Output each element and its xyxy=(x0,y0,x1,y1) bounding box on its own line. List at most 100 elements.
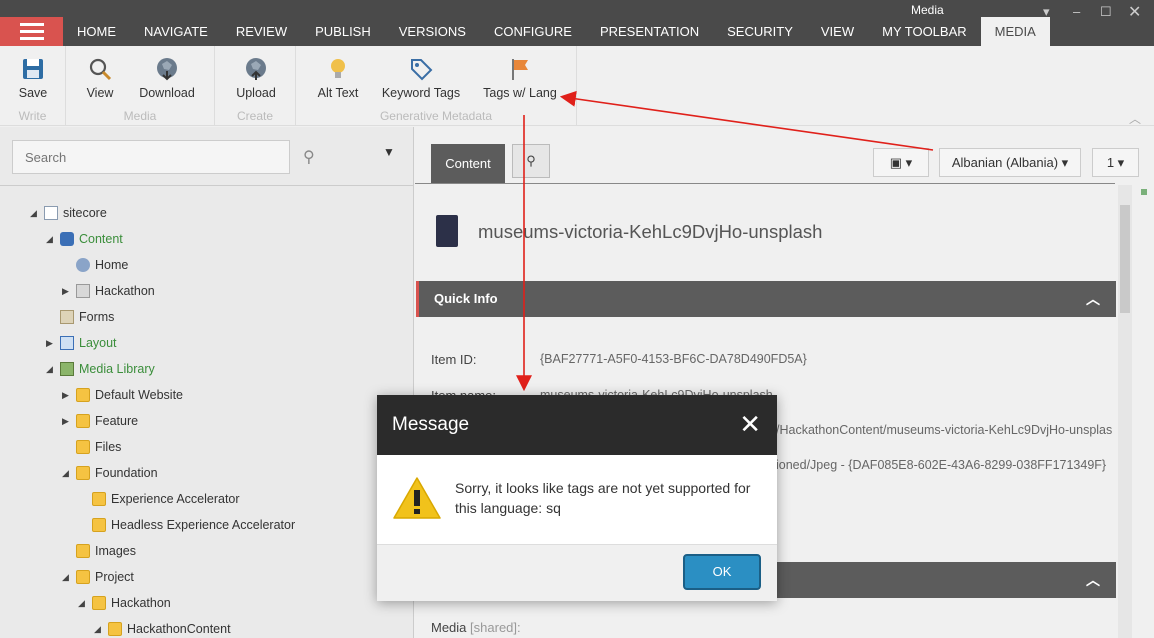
tab-presentation[interactable]: PRESENTATION xyxy=(586,17,713,46)
context-tab-label: Media xyxy=(911,3,944,17)
download-button[interactable]: Download xyxy=(132,56,202,100)
folder-icon xyxy=(108,622,122,636)
tab-navigate[interactable]: NAVIGATE xyxy=(130,17,222,46)
search-options-dropdown-icon[interactable]: ▼ xyxy=(383,145,395,159)
folder-icon xyxy=(76,570,90,584)
view-button[interactable]: View xyxy=(80,56,120,100)
content-cubes-icon xyxy=(60,232,74,246)
group-label-write: Write xyxy=(18,109,47,123)
quick-info-section[interactable]: Quick Info ︿ xyxy=(416,281,1116,317)
upload-globe-icon xyxy=(246,58,266,80)
lightbulb-icon xyxy=(331,59,345,78)
ribbon: Save Write View Download Media Upload Cr… xyxy=(0,46,1154,126)
tree-search-input[interactable] xyxy=(12,140,290,174)
template-value[interactable]: ioned/Jpeg - {DAF085E8-602E-43A6-8299-03… xyxy=(776,458,1106,472)
expanded-arrow-icon[interactable]: ◢ xyxy=(94,619,106,638)
folder-icon xyxy=(92,492,106,506)
expanded-arrow-icon[interactable]: ◢ xyxy=(62,463,74,483)
tab-my-toolbar[interactable]: MY TOOLBAR xyxy=(868,17,981,46)
collapsed-arrow-icon[interactable]: ▶ xyxy=(62,385,74,405)
navigator-dropdown-icon[interactable]: ▣ ▾ xyxy=(873,148,929,177)
quick-info-label: Quick Info xyxy=(434,291,498,306)
view-label: View xyxy=(86,86,114,100)
folder-icon xyxy=(76,440,90,454)
ribbon-group-generative-metadata: Alt Text Keyword Tags Tags w/ Lang Gener… xyxy=(296,46,577,126)
item-thumbnail xyxy=(436,215,458,247)
home-globe-icon xyxy=(76,258,90,272)
close-dialog-icon[interactable]: ✕ xyxy=(739,409,761,440)
folder-icon xyxy=(76,414,90,428)
expanded-arrow-icon[interactable]: ◢ xyxy=(30,203,42,223)
dialog-header: Message ✕ xyxy=(377,395,777,455)
warning-icon xyxy=(393,477,441,519)
download-label: Download xyxy=(139,86,195,100)
layout-icon xyxy=(60,336,74,350)
top-bar: HOME NAVIGATE REVIEW PUBLISH VERSIONS CO… xyxy=(0,0,1154,46)
tab-versions[interactable]: VERSIONS xyxy=(385,17,480,46)
collapsed-arrow-icon[interactable]: ▶ xyxy=(46,333,58,353)
save-icon xyxy=(23,59,43,79)
hamburger-menu-icon[interactable] xyxy=(0,17,63,46)
expanded-arrow-icon[interactable]: ◢ xyxy=(62,567,74,587)
item-id-value[interactable]: {BAF27771-A5F0-4153-BF6C-DA78D490FD5A} xyxy=(540,352,807,366)
dialog-message: Sorry, it looks like tags are not yet su… xyxy=(455,480,751,516)
content-tree: ◢ sitecore ◢ Content Home ▶ Hackathon Fo… xyxy=(0,185,414,638)
tab-security[interactable]: SECURITY xyxy=(713,17,807,46)
tab-content[interactable]: Content xyxy=(431,144,505,184)
keyword-tags-button[interactable]: Keyword Tags xyxy=(380,56,462,100)
collapsed-arrow-icon[interactable]: ▶ xyxy=(62,411,74,431)
minimize-icon[interactable]: – xyxy=(1073,4,1080,19)
expanded-arrow-icon[interactable]: ◢ xyxy=(78,593,90,613)
tab-media[interactable]: MEDIA xyxy=(980,17,1050,46)
building-icon xyxy=(76,284,90,298)
upload-button[interactable]: Upload xyxy=(232,56,280,100)
validation-indicator xyxy=(1141,189,1147,195)
upload-label: Upload xyxy=(236,86,276,100)
collapsed-arrow-icon[interactable]: ▶ xyxy=(62,281,74,301)
tags-with-lang-button[interactable]: Tags w/ Lang xyxy=(482,56,558,100)
version-value: 1 xyxy=(1106,155,1115,170)
save-button[interactable]: Save xyxy=(12,56,54,100)
message-dialog: Message ✕ Sorry, it looks like tags are … xyxy=(377,395,777,601)
ribbon-tabs: HOME NAVIGATE REVIEW PUBLISH VERSIONS CO… xyxy=(63,17,1050,46)
close-icon[interactable]: ✕ xyxy=(1128,2,1141,22)
chevron-up-icon[interactable]: ︿ xyxy=(1086,562,1100,598)
dropdown-caret-icon[interactable]: ▾ xyxy=(1043,4,1050,20)
search-icon[interactable]: ⚲ xyxy=(303,147,315,167)
save-label: Save xyxy=(18,86,48,100)
magnifier-icon xyxy=(89,58,112,81)
collapse-ribbon-icon[interactable]: ︿ xyxy=(1129,110,1141,127)
media-library-icon xyxy=(60,362,74,376)
folder-icon xyxy=(92,518,106,532)
version-dropdown[interactable]: 1 ▾ xyxy=(1092,148,1139,177)
group-label-generative-metadata: Generative Metadata xyxy=(379,109,493,123)
expanded-arrow-icon[interactable]: ◢ xyxy=(46,359,58,379)
item-title: museums-victoria-KehLc9DvjHo-unsplash xyxy=(478,221,823,242)
expanded-arrow-icon[interactable]: ◢ xyxy=(46,229,58,249)
dialog-title: Message xyxy=(392,414,470,435)
download-globe-icon xyxy=(157,58,177,81)
tab-view[interactable]: VIEW xyxy=(807,17,868,46)
language-value: Albanian (Albania) xyxy=(951,155,1059,170)
ribbon-group-write: Save Write xyxy=(0,46,66,126)
scrollbar-thumb[interactable] xyxy=(1120,205,1130,313)
ribbon-group-create: Upload Create xyxy=(215,46,296,126)
item-path-value[interactable]: /HackathonContent/museums-victoria-KehLc… xyxy=(776,423,1112,437)
tab-review[interactable]: REVIEW xyxy=(222,17,301,46)
forms-icon xyxy=(60,310,74,324)
folder-icon xyxy=(76,544,90,558)
tab-home[interactable]: HOME xyxy=(63,17,130,46)
tab-configure[interactable]: CONFIGURE xyxy=(480,17,586,46)
keyword-tags-label: Keyword Tags xyxy=(381,86,461,100)
tab-publish[interactable]: PUBLISH xyxy=(301,17,385,46)
ok-button[interactable]: OK xyxy=(683,554,761,590)
maximize-icon[interactable]: ☐ xyxy=(1100,4,1112,20)
chevron-up-icon[interactable]: ︿ xyxy=(1086,281,1100,317)
dialog-body: Sorry, it looks like tags are not yet su… xyxy=(377,455,777,544)
language-dropdown[interactable]: Albanian (Albania) ▾ xyxy=(939,148,1081,177)
folder-icon xyxy=(76,388,90,402)
search-tab-icon[interactable]: ⚲ xyxy=(512,144,550,178)
dialog-footer: OK xyxy=(377,544,777,601)
alt-text-button[interactable]: Alt Text xyxy=(312,56,364,100)
media-field-label: Media [shared]: xyxy=(431,620,521,635)
